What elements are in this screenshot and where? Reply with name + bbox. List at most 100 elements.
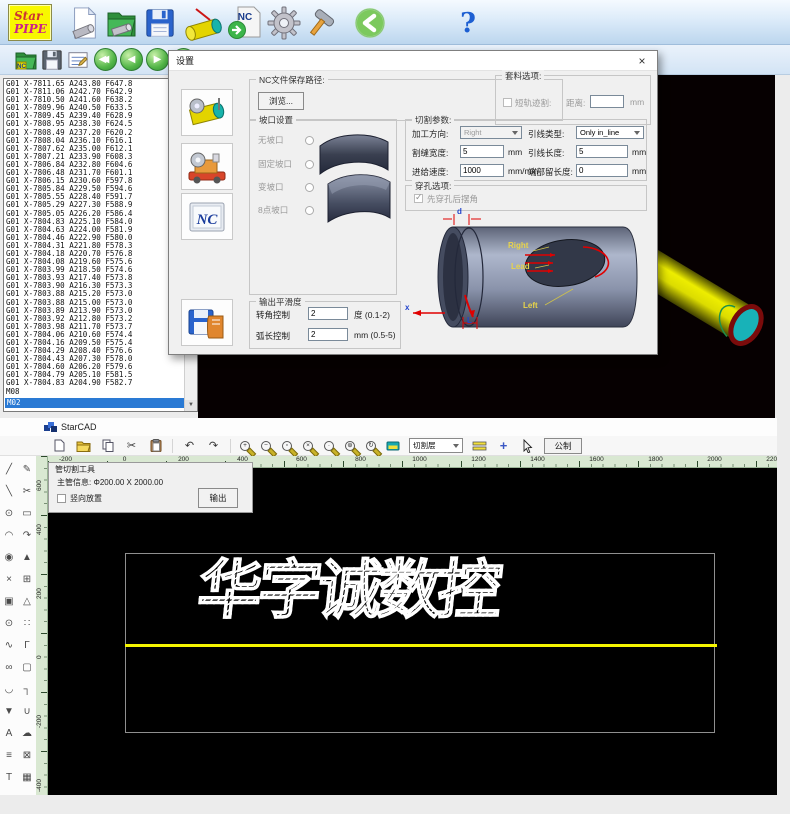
palette-tool-icon[interactable]: ▦ [18, 766, 36, 788]
groove-option[interactable]: 8点坡口 [258, 204, 314, 216]
redo-icon[interactable]: ↷ [206, 438, 221, 453]
save-settings-button[interactable] [181, 299, 233, 346]
zoom-tool-icon[interactable]: × [303, 441, 313, 451]
palette-tool-icon[interactable]: ▲ [18, 546, 36, 568]
output-button[interactable]: 输出 [198, 488, 238, 508]
dialog-titlebar[interactable]: 设置 [169, 51, 657, 71]
zoom-tool-icon[interactable]: · [324, 441, 334, 451]
zoom-tools: + − ▫ × · ⊕ ↻ [240, 441, 376, 451]
palette-tool-icon[interactable]: T [0, 766, 18, 788]
palette-tool-icon[interactable]: ↷ [18, 524, 36, 546]
crosshair-icon[interactable]: + [496, 438, 511, 453]
close-icon[interactable]: × [631, 53, 653, 69]
cut-icon[interactable]: ✂ [124, 438, 139, 453]
vertical-placement-checkbox[interactable] [57, 494, 66, 503]
save-icon[interactable] [142, 5, 178, 41]
nav-button[interactable]: ◀ [94, 48, 117, 71]
open-file-icon[interactable] [104, 5, 140, 41]
layer-paint-icon[interactable] [385, 438, 400, 453]
arc-input[interactable] [308, 328, 348, 341]
nav-button[interactable]: ◀ [120, 48, 143, 71]
palette-tool-icon[interactable]: ⊙ [0, 612, 18, 634]
copy-icon[interactable] [100, 438, 115, 453]
back-icon[interactable] [352, 5, 388, 41]
groove-radio[interactable] [305, 183, 314, 192]
palette-tool-icon[interactable]: ╲ [0, 480, 18, 502]
lead-type-select[interactable]: Only in_line [576, 126, 644, 139]
gcode-line[interactable]: G01 X-7804.83 A204.90 F582.7 [6, 379, 183, 387]
palette-tool-icon[interactable]: ╱ [0, 458, 18, 480]
metric-button[interactable]: 公制 [544, 438, 582, 454]
groove-radio[interactable] [305, 206, 314, 215]
feed-input[interactable] [460, 164, 504, 177]
groove-radio[interactable] [305, 136, 314, 145]
open-drawing-icon[interactable] [76, 438, 91, 453]
palette-tool-icon[interactable]: ⊠ [18, 744, 36, 766]
zoom-tool-icon[interactable]: − [261, 441, 271, 451]
undo-icon[interactable]: ↶ [182, 438, 197, 453]
corner-input[interactable] [308, 307, 348, 320]
end-input[interactable] [576, 164, 628, 177]
cursor-icon[interactable] [520, 438, 535, 453]
help-icon[interactable]: ? [450, 5, 486, 41]
nc-export-icon[interactable]: NC [227, 5, 263, 41]
nc-settings-button[interactable]: NC [181, 193, 233, 240]
palette-tool-icon[interactable]: ∪ [18, 700, 36, 722]
drawing-canvas[interactable]: 华字诚数控 [48, 468, 777, 795]
palette-tool-icon[interactable]: A [0, 722, 18, 744]
groove-radio[interactable] [305, 160, 314, 169]
palette-tool-icon[interactable]: ▣ [0, 590, 18, 612]
zoom-tool-icon[interactable]: ▫ [282, 441, 292, 451]
palette-tool-icon[interactable]: ◉ [0, 546, 18, 568]
palette-tool-icon[interactable]: ∿ [0, 634, 18, 656]
palette-tool-icon[interactable]: △ [18, 590, 36, 612]
palette-tool-icon[interactable]: ✂ [18, 480, 36, 502]
short-track-checkbox[interactable] [503, 98, 512, 107]
palette-tool-icon[interactable]: ≡ [0, 744, 18, 766]
paste-icon[interactable] [148, 438, 163, 453]
save-nc-icon[interactable] [40, 48, 64, 72]
groove-option[interactable]: 变坡口 [258, 181, 314, 193]
gcode-selected-line[interactable]: M02 [5, 398, 184, 408]
zoom-tool-icon[interactable]: ⊕ [345, 441, 355, 451]
gcode-line[interactable]: M08 [6, 388, 183, 396]
edit-list-icon[interactable] [66, 48, 90, 72]
pierce-first-checkbox[interactable] [414, 194, 423, 203]
palette-tool-icon[interactable]: ∞ [0, 656, 18, 678]
browse-button[interactable]: 浏览... [258, 92, 304, 110]
new-drawing-icon[interactable] [52, 438, 67, 453]
scroll-down-icon[interactable]: ▼ [185, 400, 197, 411]
kerf-input[interactable] [460, 145, 504, 158]
direction-select[interactable]: Right [460, 126, 522, 139]
starcad-titlebar[interactable]: StarCAD [0, 418, 790, 436]
palette-tool-icon[interactable]: × [0, 568, 18, 590]
nav-button[interactable]: ▶ [146, 48, 169, 71]
palette-tool-icon[interactable]: ✎ [18, 458, 36, 480]
palette-tool-icon[interactable]: ⊙ [0, 502, 18, 524]
distance-input[interactable] [590, 95, 624, 108]
nc-folder-icon[interactable]: NC [14, 48, 38, 72]
dimension-icon[interactable] [472, 438, 487, 453]
palette-tool-icon[interactable]: ┐ [18, 678, 36, 700]
palette-tool-icon[interactable]: Γ [18, 634, 36, 656]
lead-len-input[interactable] [576, 145, 628, 158]
pipe-probe-icon[interactable] [184, 5, 228, 41]
new-file-icon[interactable] [66, 5, 102, 41]
palette-tool-icon[interactable]: ☁ [18, 722, 36, 744]
zoom-tool-icon[interactable]: ↻ [366, 441, 376, 451]
tools-hammer-icon[interactable] [304, 5, 340, 41]
pipe-settings-button[interactable] [181, 89, 233, 136]
zoom-tool-icon[interactable]: + [240, 441, 250, 451]
layer-combo[interactable]: 切割层 [409, 438, 463, 453]
machine-settings-button[interactable] [181, 143, 233, 190]
palette-tool-icon[interactable]: ▭ [18, 502, 36, 524]
palette-tool-icon[interactable]: ▢ [18, 656, 36, 678]
palette-tool-icon[interactable]: ⊞ [18, 568, 36, 590]
palette-tool-icon[interactable]: ▼ [0, 700, 18, 722]
palette-tool-icon[interactable]: ◠ [0, 524, 18, 546]
palette-tool-icon[interactable]: ∷ [18, 612, 36, 634]
settings-gear-icon[interactable] [266, 5, 302, 41]
groove-option[interactable]: 无坡口 [258, 134, 314, 146]
groove-option[interactable]: 固定坡口 [258, 158, 314, 170]
palette-tool-icon[interactable]: ◡ [0, 678, 18, 700]
